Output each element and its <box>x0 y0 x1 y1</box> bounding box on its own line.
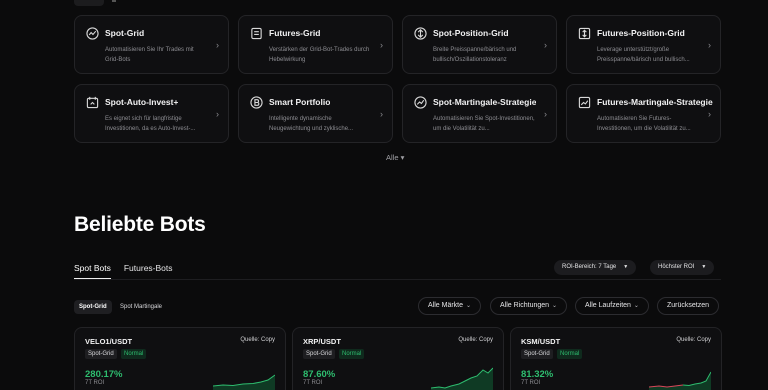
strategy-desc: Breite Preisspanne/bärisch und bullisch/… <box>433 47 517 63</box>
chip-spot-martingale[interactable]: Spot Martingale <box>115 300 167 314</box>
bot-type-badge: Spot-Grid <box>85 349 117 359</box>
strategy-desc: Intelligente dynamische Neugewichtung un… <box>269 116 354 132</box>
strategy-title: Spot-Martingale-Strategie <box>433 97 537 107</box>
bot-roi-label: 7T ROI <box>85 380 105 386</box>
roi-sparkline <box>213 374 275 390</box>
markets-filter-label: Alle Märkte <box>428 302 464 309</box>
chevron-right-icon: › <box>544 40 547 50</box>
strategy-desc: Automatisieren Sie Ihr Trades mit Grid-B… <box>105 47 194 63</box>
tab-divider <box>74 279 721 280</box>
strategy-card-spot-auto-invest[interactable]: Spot-Auto-Invest+ Es eignet sich für lan… <box>74 84 229 143</box>
bot-pair: VELO1/USDT <box>85 337 133 346</box>
top-divider <box>112 0 116 2</box>
auto-invest-icon <box>86 96 99 109</box>
bot-type-badge: Spot-Grid <box>303 349 335 359</box>
roi-range-label: ROI-Bereich: 7 Tage <box>562 264 617 270</box>
bot-card[interactable]: VELO1/USDT Quelle: Copy Spot-Grid Normal… <box>74 327 286 390</box>
chip-spot-grid[interactable]: Spot-Grid <box>74 300 112 314</box>
strategy-desc: Es eignet sich für langfristige Investit… <box>105 116 196 132</box>
strategy-desc: Leverage unterstützt/große Preisspanne/b… <box>597 47 690 63</box>
bot-status-badge: Normal <box>339 349 365 359</box>
reset-button[interactable]: Zurücksetzen <box>657 297 720 315</box>
strategy-title: Futures-Position-Grid <box>597 28 685 38</box>
caret-down-icon: ▾ <box>400 153 405 162</box>
strategy-card-spot-martingale[interactable]: Spot-Martingale-Strategie Automatisieren… <box>402 84 557 143</box>
bot-card[interactable]: XRP/USDT Quelle: Copy Spot-Grid Normal 8… <box>292 327 504 390</box>
strategy-card-futures-position-grid[interactable]: Futures-Position-Grid Leverage unterstüt… <box>566 15 721 74</box>
durations-filter[interactable]: Alle Laufzeiten ⌄ <box>575 297 649 315</box>
strategy-card-spot-position-grid[interactable]: Spot-Position-Grid Breite Preisspanne/bä… <box>402 15 557 74</box>
sort-dropdown[interactable]: Höchster ROI ▼ <box>650 260 715 275</box>
strategy-card-futures-grid[interactable]: Futures-Grid Verstärken der Grid-Bot-Tra… <box>238 15 393 74</box>
spot-grid-icon <box>86 27 99 40</box>
roi-sparkline <box>431 367 493 390</box>
directions-filter[interactable]: Alle Richtungen ⌄ <box>490 297 568 315</box>
tab-spot-bots[interactable]: Spot Bots <box>74 263 111 280</box>
durations-filter-label: Alle Laufzeiten <box>585 302 631 309</box>
chevron-down-icon: ⌄ <box>466 303 472 309</box>
strategy-desc: Automatisieren Sie Spot-Investitionen, u… <box>433 116 535 132</box>
strategy-title: Futures-Martingale-Strategie <box>597 97 713 107</box>
bot-source: Quelle: Copy <box>676 337 711 343</box>
chevron-right-icon: › <box>380 40 383 50</box>
roi-range-dropdown[interactable]: ROI-Bereich: 7 Tage ▼ <box>554 260 637 275</box>
chevron-right-icon: › <box>708 109 711 119</box>
bot-pair: KSM/USDT <box>521 337 561 346</box>
chevron-down-icon: ⌄ <box>633 303 639 309</box>
roi-sparkline <box>649 371 711 390</box>
bot-roi-label: 7T ROI <box>521 380 541 386</box>
section-title: Beliebte Bots <box>74 213 206 236</box>
smart-portfolio-icon <box>250 96 263 109</box>
bot-card[interactable]: KSM/USDT Quelle: Copy Spot-Grid Normal 8… <box>510 327 722 390</box>
chevron-right-icon: › <box>380 109 383 119</box>
chevron-down-icon: ⌄ <box>552 303 558 309</box>
bot-roi: 280.17% <box>85 369 123 380</box>
strategy-card-spot-grid[interactable]: Spot-Grid Automatisieren Sie Ihr Trades … <box>74 15 229 74</box>
strategy-title: Futures-Grid <box>269 28 321 38</box>
tab-futures-bots[interactable]: Futures-Bots <box>124 263 173 280</box>
strategy-card-futures-martingale[interactable]: Futures-Martingale-Strategie Automatisie… <box>566 84 721 143</box>
caret-down-icon: ▼ <box>701 264 707 270</box>
chevron-right-icon: › <box>216 109 219 119</box>
bot-tabs: Spot Bots Futures-Bots <box>74 263 173 280</box>
spot-martingale-icon <box>414 96 427 109</box>
caret-down-icon: ▼ <box>623 264 629 270</box>
strategy-card-smart-portfolio[interactable]: Smart Portfolio Intelligente dynamische … <box>238 84 393 143</box>
show-all-label: Alle <box>386 153 399 162</box>
strategy-title: Smart Portfolio <box>269 97 331 107</box>
directions-filter-label: Alle Richtungen <box>500 302 550 309</box>
chevron-right-icon: › <box>708 40 711 50</box>
bot-source: Quelle: Copy <box>458 337 493 343</box>
bot-status-badge: Normal <box>121 349 147 359</box>
futures-grid-icon <box>251 27 262 40</box>
top-tab-stub[interactable] <box>74 0 104 6</box>
futures-position-grid-icon <box>578 27 591 40</box>
bot-source: Quelle: Copy <box>240 337 275 343</box>
strategy-desc: Automatisieren Sie Futures-Investitionen… <box>597 116 691 132</box>
show-all-toggle[interactable]: Alle ▾ <box>386 153 404 162</box>
bot-pair: XRP/USDT <box>303 337 341 346</box>
strategy-grid: Spot-Grid Automatisieren Sie Ihr Trades … <box>74 15 721 143</box>
strategy-title: Spot-Grid <box>105 28 145 38</box>
futures-martingale-icon <box>578 96 591 109</box>
strategy-desc: Verstärken der Grid-Bot-Trades durch Heb… <box>269 47 370 63</box>
chevron-right-icon: › <box>544 109 547 119</box>
strategy-title: Spot-Auto-Invest+ <box>105 97 179 107</box>
bot-type-badge: Spot-Grid <box>521 349 553 359</box>
bot-status-badge: Normal <box>557 349 583 359</box>
strategy-title: Spot-Position-Grid <box>433 28 509 38</box>
bot-roi: 81.32% <box>521 369 554 380</box>
chevron-right-icon: › <box>216 40 219 50</box>
markets-filter[interactable]: Alle Märkte ⌄ <box>418 297 482 315</box>
bot-roi: 87.60% <box>303 369 336 380</box>
sort-label: Höchster ROI <box>658 264 695 270</box>
spot-position-grid-icon <box>414 27 427 40</box>
bot-roi-label: 7T ROI <box>303 380 323 386</box>
